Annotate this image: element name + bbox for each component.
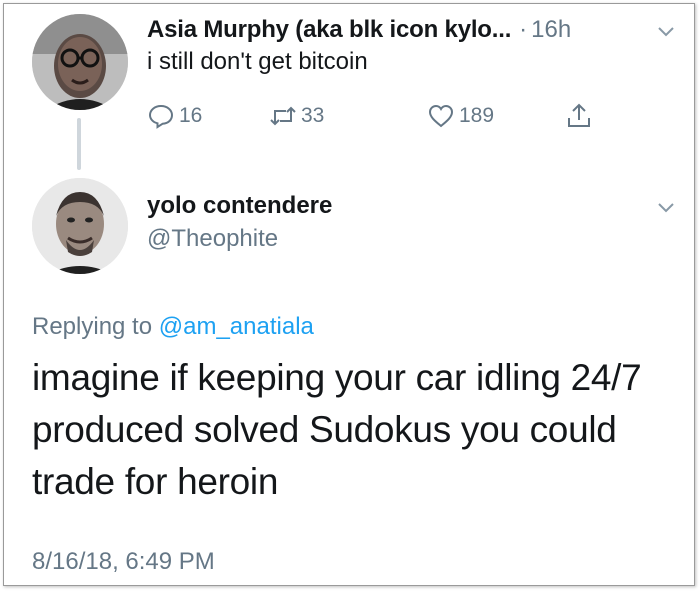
like-count: 189 <box>459 104 495 127</box>
retweet-count: 33 <box>301 104 325 127</box>
tweet1-author-name[interactable]: Asia Murphy (aka blk icon kylo... <box>147 16 511 44</box>
share-button[interactable] <box>565 98 593 134</box>
tweet2-text-line: trade for heroin <box>32 461 279 502</box>
tweet2-datetime[interactable]: 8/16/18, 6:49 PM <box>32 548 215 576</box>
avatar-yolo-contendere[interactable] <box>32 178 128 274</box>
chevron-down-icon[interactable] <box>657 202 675 214</box>
reply-button[interactable]: 16 <box>147 98 202 134</box>
replying-to-line: Replying to @am_anatiala <box>32 313 314 341</box>
avatar-portrait-icon <box>32 178 128 274</box>
retweet-icon <box>270 106 296 126</box>
avatar-asia-murphy[interactable] <box>32 14 128 110</box>
tweet2-text-line: imagine if keeping your car idling 24/7 <box>32 357 642 398</box>
retweet-button[interactable]: 33 <box>269 98 324 134</box>
reply-icon <box>148 104 174 129</box>
tweet1-text: i still don't get bitcoin <box>147 48 368 75</box>
replying-to-label: Replying to <box>32 313 159 340</box>
tweet2-author-name[interactable]: yolo contendere <box>147 192 332 220</box>
avatar-portrait-icon <box>32 14 128 110</box>
tweet2-author-handle[interactable]: @Theophite <box>147 225 278 253</box>
reply-count: 16 <box>179 104 203 127</box>
like-icon <box>428 104 454 128</box>
tweet1-separator: · <box>519 16 528 43</box>
tweet2-text-line: produced solved Sudokus you could <box>32 409 617 450</box>
share-icon <box>568 103 590 127</box>
tweet1-header: Asia Murphy (aka blk icon kylo... · 16h <box>147 14 687 46</box>
tweet1-timestamp[interactable]: 16h <box>531 16 571 44</box>
replying-to-mention[interactable]: @am_anatiala <box>159 313 314 340</box>
tweet1-action-bar: 16 33 189 <box>147 98 607 134</box>
tweet2-text: imagine if keeping your car idling 24/7 … <box>32 352 682 508</box>
like-button[interactable]: 189 <box>427 98 494 134</box>
thread-connector-line <box>77 118 81 170</box>
chevron-down-icon[interactable] <box>657 26 675 38</box>
